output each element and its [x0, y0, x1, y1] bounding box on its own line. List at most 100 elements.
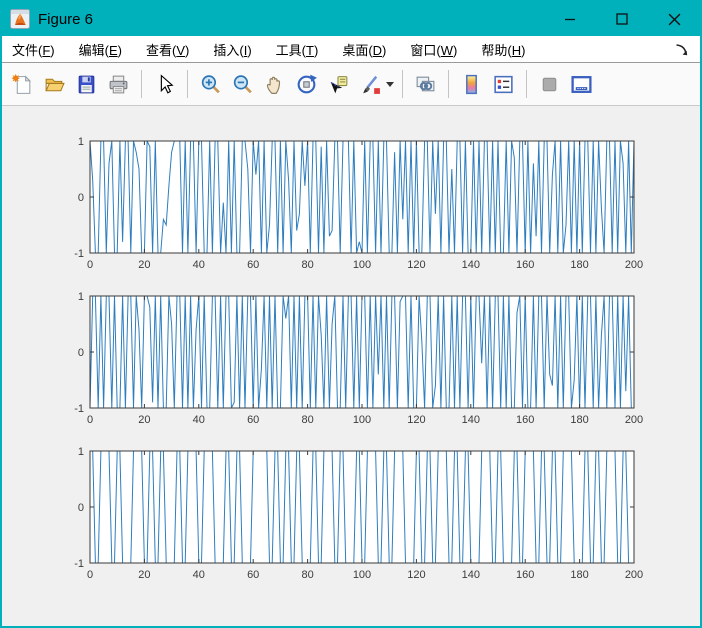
maximize-button[interactable] — [596, 2, 648, 36]
x-tick-label: 0 — [87, 569, 93, 581]
close-button[interactable] — [648, 2, 700, 36]
y-tick-label: 1 — [78, 291, 84, 303]
insert-legend-button[interactable] — [489, 69, 518, 99]
x-tick-label: 140 — [462, 259, 480, 271]
x-tick-label: 80 — [301, 569, 313, 581]
axes-canvas-1[interactable]: 0 20 40 60 80 100 120 140 160 180 200-101 — [55, 131, 667, 283]
minimize-button[interactable] — [544, 2, 596, 36]
zoom-in-icon — [201, 74, 220, 93]
link-plot-button[interactable] — [411, 69, 440, 99]
y-tick-label: 0 — [78, 192, 84, 204]
maximize-icon — [616, 13, 628, 25]
x-tick-label: 20 — [138, 414, 150, 426]
menu-insert[interactable]: 插入(I) — [213, 40, 251, 59]
dock-figure-button[interactable] — [672, 40, 690, 58]
save-figure-button[interactable] — [72, 69, 101, 99]
x-tick-label: 40 — [193, 259, 205, 271]
rotate-3d-icon — [297, 74, 317, 93]
dock-figure-arrow-icon — [675, 43, 687, 55]
figure-window: Figure 6 文件(F) 编辑(E) 查看(V) 插入(I) 工具(T) 桌… — [0, 0, 702, 628]
menu-bar: 文件(F) 编辑(E) 查看(V) 插入(I) 工具(T) 桌面(D) 窗口(W… — [2, 36, 700, 63]
x-tick-label: 100 — [353, 414, 371, 426]
x-tick-label: 120 — [407, 414, 425, 426]
edit-plot-button[interactable] — [150, 69, 179, 99]
pan-button[interactable] — [260, 69, 289, 99]
x-tick-label: 40 — [193, 569, 205, 581]
axes-canvas-3[interactable]: 0 20 40 60 80 100 120 140 160 180 200-101 — [55, 441, 667, 593]
menu-edit[interactable]: 编辑(E) — [79, 40, 122, 59]
menu-view[interactable]: 查看(V) — [146, 40, 189, 59]
new-document-icon — [11, 73, 32, 94]
x-tick-label: 100 — [353, 569, 371, 581]
save-floppy-icon — [78, 75, 95, 93]
y-tick-label: 1 — [78, 446, 84, 458]
x-tick-label: 140 — [462, 569, 480, 581]
brush-dropdown-caret-icon[interactable] — [386, 81, 394, 87]
data-cursor-icon — [330, 75, 348, 93]
x-tick-label: 160 — [516, 414, 534, 426]
figure-canvas: 0 20 40 60 80 100 120 140 160 180 200 -1 0 1 0 20 40 60 8… — [2, 106, 700, 626]
x-tick-label: 180 — [570, 569, 588, 581]
legend-icon — [494, 75, 513, 93]
toolbar-separator — [526, 70, 527, 98]
toolbar — [2, 63, 700, 106]
x-tick-label: 160 — [516, 569, 534, 581]
x-tick-label: 60 — [247, 414, 259, 426]
y-tick-label: -1 — [74, 248, 84, 260]
x-tick-label: 200 — [625, 414, 643, 426]
new-figure-button[interactable] — [8, 69, 37, 99]
hide-plot-tools-button — [535, 69, 564, 99]
y-tick-label: -1 — [74, 403, 84, 415]
subplot-1[interactable]: 0 20 40 60 80 100 120 140 160 180 200 -1 0 1 — [55, 131, 667, 283]
x-tick-label: 80 — [301, 414, 313, 426]
subplot-3[interactable]: 0 20 40 60 80 100 120 140 160 180 200 -1 0 1 — [55, 441, 667, 593]
zoom-out-button[interactable] — [228, 69, 257, 99]
open-file-button[interactable] — [40, 69, 69, 99]
print-figure-button[interactable] — [104, 69, 133, 99]
matlab-logo-icon — [10, 9, 30, 29]
hand-icon — [266, 76, 281, 94]
menu-desktop[interactable]: 桌面(D) — [342, 40, 386, 59]
brush-icon — [363, 75, 380, 94]
title-bar[interactable]: Figure 6 — [2, 2, 700, 36]
zoom-in-button[interactable] — [196, 69, 225, 99]
colorbar-icon — [466, 74, 477, 94]
data-cursor-button[interactable] — [324, 69, 353, 99]
open-folder-icon — [45, 78, 65, 91]
printer-icon — [109, 75, 128, 93]
x-tick-label: 180 — [570, 259, 588, 271]
brush-data-button[interactable] — [356, 69, 394, 99]
hide-plot-tools-icon — [542, 77, 557, 91]
toolbar-separator — [402, 70, 403, 98]
x-tick-label: 120 — [407, 569, 425, 581]
window-title: Figure 6 — [38, 10, 94, 28]
menu-tools[interactable]: 工具(T) — [276, 40, 319, 59]
toolbar-separator — [141, 70, 142, 98]
x-tick-label: 200 — [625, 569, 643, 581]
x-tick-label: 140 — [462, 414, 480, 426]
x-tick-label: 80 — [301, 259, 313, 271]
show-plot-tools-icon — [571, 75, 592, 93]
axes-canvas-2[interactable]: 0 20 40 60 80 100 120 140 160 180 200-101 — [55, 286, 667, 438]
menu-window[interactable]: 窗口(W) — [410, 40, 457, 59]
close-icon — [668, 13, 680, 25]
x-tick-label: 0 — [87, 259, 93, 271]
y-tick-label: 1 — [78, 136, 84, 148]
menu-help[interactable]: 帮助(H) — [481, 40, 525, 59]
subplot-2[interactable]: 0 20 40 60 80 100 120 140 160 180 200 -1 0 1 — [55, 286, 667, 438]
x-tick-label: 200 — [625, 259, 643, 271]
rotate-3d-button[interactable] — [292, 69, 321, 99]
menu-file[interactable]: 文件(F) — [12, 40, 55, 59]
x-tick-label: 120 — [407, 259, 425, 271]
toolbar-separator — [448, 70, 449, 98]
x-tick-label: 20 — [138, 569, 150, 581]
toolbar-separator — [187, 70, 188, 98]
pointer-arrow-icon — [160, 73, 174, 94]
x-tick-label: 160 — [516, 259, 534, 271]
x-tick-label: 60 — [247, 259, 259, 271]
insert-colorbar-button[interactable] — [457, 69, 486, 99]
show-plot-tools-button[interactable] — [567, 69, 596, 99]
x-tick-label: 60 — [247, 569, 259, 581]
x-tick-label: 0 — [87, 414, 93, 426]
y-tick-label: 0 — [78, 502, 84, 514]
